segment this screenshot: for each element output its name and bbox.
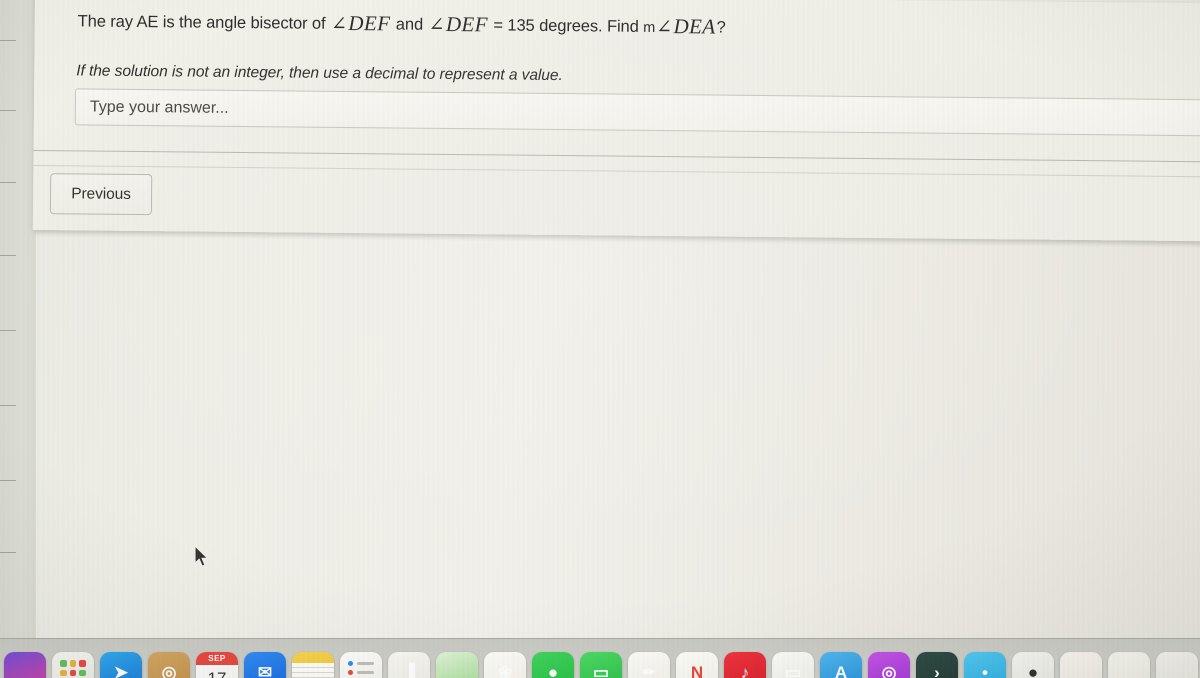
photographed-screen: The ray AE is the angle bisector of ∠DEF… xyxy=(0,0,1200,678)
dock-icon-podcasts-tan[interactable]: ◎ xyxy=(148,652,190,678)
dock-icon-reminders[interactable] xyxy=(340,652,382,678)
dock-icon-terminal[interactable]: › xyxy=(916,652,958,678)
podcasts-glyph-icon: ◎ xyxy=(881,663,897,678)
dock-icon-calendar[interactable]: SEP17 xyxy=(196,652,238,678)
launchpad-grid-icon xyxy=(52,652,94,678)
angle-symbol-3: ∠ xyxy=(656,16,673,39)
calendar-day-label: 17 xyxy=(196,664,238,678)
tv-glyph-icon: ▭ xyxy=(784,663,802,678)
dock-icon-settings[interactable]: ● xyxy=(1012,652,1054,678)
dock-icon-numbers[interactable]: ▐ xyxy=(388,652,430,678)
dock-icon-pages[interactable]: ✒ xyxy=(628,652,670,678)
angle-symbol-1: ∠ xyxy=(330,13,348,35)
dock-icon-finder-2[interactable] xyxy=(1108,652,1150,678)
math-expression-2: ∠DEF xyxy=(427,12,489,37)
dock-icon-news[interactable]: N xyxy=(676,652,718,678)
messages-glyph-icon: ▭ xyxy=(592,663,610,678)
math-expression-3: ∠DEA xyxy=(655,14,717,39)
dock-icon-notes[interactable] xyxy=(292,652,334,678)
dock-icon-twitter[interactable]: • xyxy=(964,652,1006,678)
twitter-glyph-icon: • xyxy=(982,663,988,678)
dock-icon-maps[interactable] xyxy=(436,652,478,678)
angle-name-1: DEF xyxy=(348,11,391,36)
angle-name-2: DEF xyxy=(445,11,489,37)
settings-glyph-icon: ● xyxy=(1027,663,1039,678)
numbers-glyph-icon: ▐ xyxy=(402,663,416,678)
dock-icon-app-store[interactable]: A xyxy=(820,652,862,678)
dock-icon-music[interactable]: ♪ xyxy=(724,652,766,678)
dock-icon-tv[interactable]: ▭ xyxy=(772,652,814,678)
background-window-strip xyxy=(0,0,36,640)
section-divider-top xyxy=(33,149,1200,163)
hint-text: If the solution is not an integer, then … xyxy=(76,62,563,85)
dock-icon-launchpad[interactable] xyxy=(52,652,94,678)
notes-lines-icon xyxy=(292,663,334,678)
question-text: The ray AE is the angle bisector of ∠DEF… xyxy=(78,8,1168,44)
music-glyph-icon: ♪ xyxy=(740,663,750,678)
question-middle: and xyxy=(391,15,428,34)
question-equals: = 135 degrees. Find xyxy=(488,16,644,36)
macos-dock[interactable]: ➤ ◎ SEP17 ✉ ▐ ❀ ● ▭ ✒ N ♪ ▭ A ◎ › • ● xyxy=(0,638,1200,678)
dock-icon-safari[interactable]: ➤ xyxy=(100,652,142,678)
angle-name-3: DEA xyxy=(673,14,716,39)
photos-glyph-icon: ❀ xyxy=(497,663,513,678)
facetime-glyph-icon: ● xyxy=(547,663,559,678)
safari-glyph-icon: ➤ xyxy=(113,663,129,678)
question-prefix: The ray AE is the angle bisector of xyxy=(77,12,331,33)
dock-icon-photos[interactable]: ❀ xyxy=(484,652,526,678)
pages-glyph-icon: ✒ xyxy=(641,663,657,678)
arrow-pointer-icon xyxy=(194,546,209,567)
measure-label: m xyxy=(643,19,656,36)
quiz-question-card: The ray AE is the angle bisector of ∠DEF… xyxy=(32,0,1200,242)
math-expression-1: ∠DEF xyxy=(330,11,392,36)
dock-icon-docs-app[interactable] xyxy=(1060,652,1102,678)
podcasts-tan-glyph-icon: ◎ xyxy=(161,663,177,678)
dock-icon-mail[interactable]: ✉ xyxy=(244,652,286,678)
answer-input[interactable] xyxy=(74,88,1200,137)
dock-icon-finder[interactable] xyxy=(4,652,46,678)
section-divider-bottom xyxy=(33,164,1200,178)
question-suffix: ? xyxy=(716,18,726,37)
previous-button[interactable]: Previous xyxy=(49,173,153,216)
angle-symbol-2: ∠ xyxy=(428,14,445,36)
mail-glyph-icon: ✉ xyxy=(257,663,273,678)
dock-icon-trash[interactable] xyxy=(1156,652,1198,678)
reminders-list-icon xyxy=(340,652,382,678)
dock-icon-facetime[interactable]: ● xyxy=(532,652,574,678)
terminal-glyph-icon: › xyxy=(934,663,940,678)
dock-icon-podcasts[interactable]: ◎ xyxy=(868,652,910,678)
dock-icon-messages[interactable]: ▭ xyxy=(580,652,622,678)
app-store-glyph-icon: A xyxy=(834,663,848,678)
news-glyph-icon: N xyxy=(690,663,704,678)
